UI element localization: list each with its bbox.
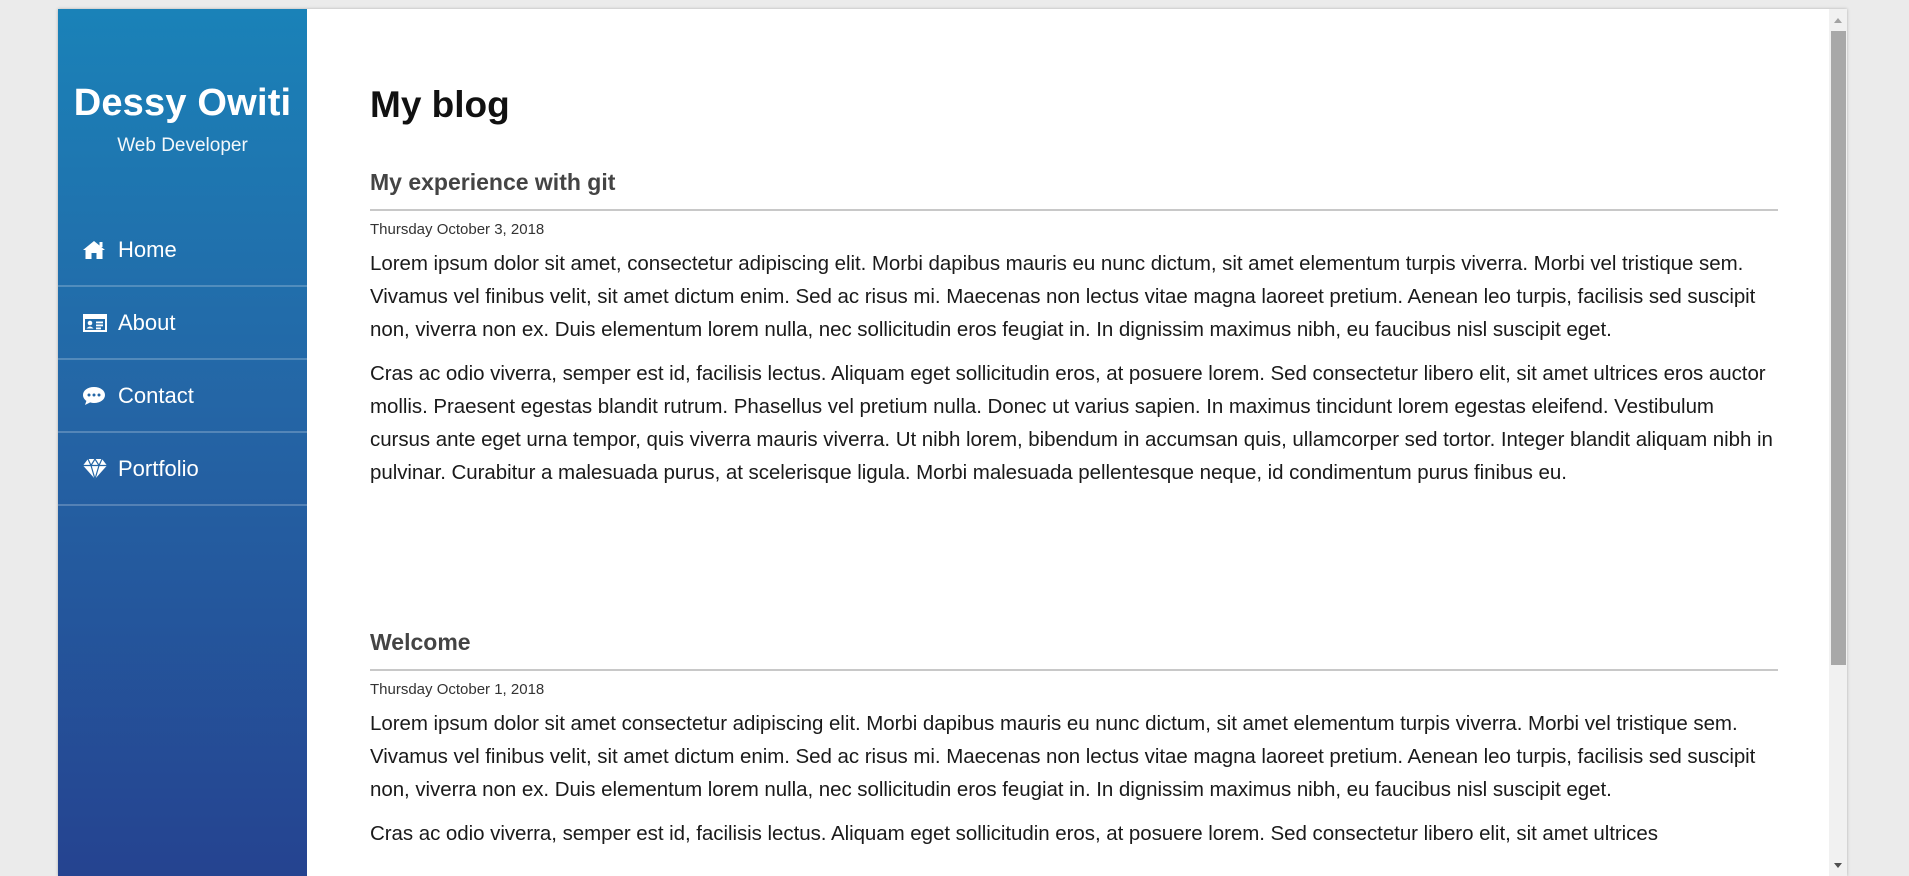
sidebar-nav: Home About Contact Portfolio [58, 214, 307, 506]
sidebar-item-contact[interactable]: Contact [58, 360, 307, 433]
brand: Dessy Owiti Web Developer [58, 9, 307, 158]
post-paragraph: Lorem ipsum dolor sit amet consectetur a… [370, 712, 1756, 801]
diamond-icon [82, 457, 110, 481]
sidebar-item-portfolio[interactable]: Portfolio [58, 433, 307, 506]
vertical-scrollbar[interactable] [1829, 9, 1847, 876]
sidebar-item-label: Home [118, 236, 177, 262]
id-card-icon [82, 311, 110, 335]
sidebar-item-label: About [118, 309, 176, 335]
sidebar-item-label: Contact [118, 382, 194, 408]
site-owner-name[interactable]: Dessy Owiti [58, 81, 307, 125]
sidebar: Dessy Owiti Web Developer Home About Con… [58, 9, 307, 876]
main-content: My blog My experience with git Thursday … [307, 9, 1829, 876]
comment-icon [82, 384, 110, 408]
sidebar-item-about[interactable]: About [58, 287, 307, 360]
post-paragraph: Lorem ipsum dolor sit amet, consectetur … [370, 252, 1756, 341]
blog-post: Welcome Thursday October 1, 2018 Lorem i… [370, 627, 1778, 850]
post-title[interactable]: My experience with git [370, 167, 1778, 211]
page-title: My blog [370, 84, 510, 125]
post-paragraph: Cras ac odio viverra, semper est id, fac… [370, 822, 1658, 845]
scroll-up-arrow-icon[interactable] [1829, 11, 1847, 29]
scrollbar-thumb[interactable] [1831, 31, 1846, 665]
post-title[interactable]: Welcome [370, 627, 1778, 671]
post-paragraph: Cras ac odio viverra, semper est id, fac… [370, 362, 1773, 484]
post-date: Thursday October 1, 2018 [370, 681, 545, 698]
scroll-down-arrow-icon[interactable] [1829, 856, 1847, 874]
site-owner-role: Web Developer [117, 135, 248, 156]
home-icon [82, 238, 110, 262]
sidebar-item-home[interactable]: Home [58, 214, 307, 287]
browser-window: Dessy Owiti Web Developer Home About Con… [58, 9, 1847, 876]
sidebar-item-label: Portfolio [118, 455, 199, 481]
post-date: Thursday October 3, 2018 [370, 221, 545, 238]
blog-post: My experience with git Thursday October … [370, 167, 1778, 489]
